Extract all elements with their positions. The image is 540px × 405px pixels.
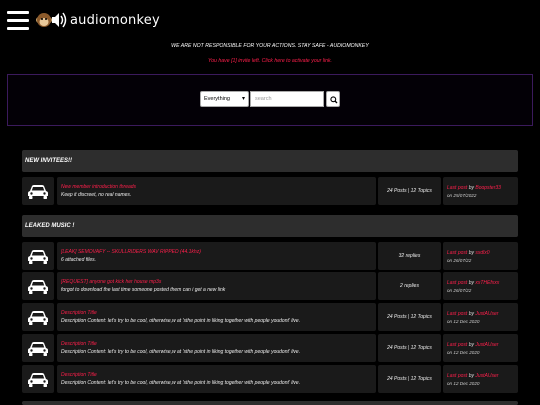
last-post-date: on 12 Dec 2020	[447, 381, 480, 386]
search-input[interactable]	[250, 91, 324, 107]
topic-stats-cell: 24 Posts | 12 Topics	[378, 334, 441, 362]
topic-title-link[interactable]: Description Title	[61, 372, 97, 378]
topic-cell: [LEAK] SEMOVAFY -- SKULLRIDERS WAV RIPPE…	[57, 242, 376, 270]
last-post-user-link[interactable]: Boopster33	[475, 185, 501, 191]
topic-description: forgot to download the last time someone…	[61, 287, 226, 293]
section-header-new-invitees[interactable]: NEW INVITEES!!	[22, 150, 518, 172]
forum-row[interactable]: Description Title Description Content: l…	[22, 334, 518, 362]
car-icon	[28, 342, 48, 356]
last-post-date: on 25/07/2022	[447, 193, 477, 198]
last-post-date: on 26/07/22	[447, 288, 472, 293]
last-post-link[interactable]: Last post	[447, 250, 467, 256]
last-post-user-link[interactable]: JustAUser	[475, 373, 498, 379]
forum-row[interactable]: Description Title Description Content: l…	[22, 365, 518, 393]
topic-description: Description Content: let's try to be coo…	[61, 318, 301, 324]
invite-link-notice[interactable]: You have [1] invite left. Click here to …	[0, 58, 540, 64]
hamburger-menu-icon[interactable]	[7, 11, 29, 31]
topic-title-link[interactable]: [REQUEST] anyone got kick her house mp3s	[61, 279, 161, 285]
last-post-user-link[interactable]: xxTHEfxxx	[475, 280, 499, 286]
forum-icon-cell	[22, 242, 54, 270]
forum-row[interactable]: Description Title Description Content: l…	[22, 303, 518, 331]
forum-icon-cell	[22, 177, 54, 205]
topic-cell: Description Title Description Content: l…	[57, 303, 376, 331]
last-post-cell: Last post by sxdlx0 on 26/07/22	[443, 242, 518, 270]
site-logo-text[interactable]: audiomonkey	[70, 13, 160, 28]
last-post-user-link[interactable]: sxdlx0	[475, 250, 489, 256]
forum-icon-cell	[22, 272, 54, 300]
last-post-by: by	[468, 250, 474, 256]
car-icon	[28, 311, 48, 325]
last-post-user-link[interactable]: JustAUser	[475, 342, 498, 348]
topic-stats: 24 Posts | 12 Topics	[387, 345, 432, 351]
car-icon	[28, 250, 48, 264]
search-scope-select[interactable]: Everything ▾	[200, 91, 249, 107]
next-section-header	[22, 401, 518, 405]
last-post-date: on 12 Dec 2020	[447, 319, 480, 324]
topic-description: Description Content: let's try to be coo…	[61, 380, 301, 386]
topic-stats: 32 replies	[398, 253, 421, 259]
last-post-by: by	[468, 342, 474, 348]
monkey-speaker-logo-icon[interactable]	[33, 8, 67, 32]
last-post-link[interactable]: Last post	[447, 280, 467, 286]
last-post-cell: Last post by Boopster33 on 25/07/2022	[443, 177, 518, 205]
topic-stats-cell: 24 Posts | 12 Topics	[378, 303, 441, 331]
disclaimer-text: WE ARE NOT RESPONSIBLE FOR YOUR ACTIONS.…	[171, 43, 369, 49]
topic-cell: [REQUEST] anyone got kick her house mp3s…	[57, 272, 376, 300]
last-post-cell: Last post by JustAUser on 12 Dec 2020	[443, 365, 518, 393]
topic-stats-cell: 2 replies	[378, 272, 441, 300]
topic-title-link[interactable]: Description Title	[61, 341, 97, 347]
forum-icon-cell	[22, 334, 54, 362]
last-post-cell: Last post by JustAUser on 12 Dec 2020	[443, 334, 518, 362]
car-icon	[28, 373, 48, 387]
topic-title-link[interactable]: Description Title	[61, 310, 97, 316]
last-post-by: by	[468, 311, 474, 317]
topic-stats-cell: 32 replies	[378, 242, 441, 270]
car-icon	[28, 280, 48, 294]
search-scope-value: Everything	[204, 96, 230, 102]
last-post-by: by	[468, 185, 474, 191]
forum-row[interactable]: [REQUEST] anyone got kick her house mp3s…	[22, 272, 518, 300]
topic-cell: New member introduction threads Keep it …	[57, 177, 376, 205]
section-header-leaked-music[interactable]: LEAKED MUSIC !	[22, 215, 518, 237]
topic-stats-cell: 24 Posts | 12 Topics	[378, 177, 441, 205]
last-post-link[interactable]: Last post	[447, 342, 467, 348]
last-post-cell: Last post by xxTHEfxxx on 26/07/22	[443, 272, 518, 300]
last-post-link[interactable]: Last post	[447, 311, 467, 317]
topic-stats: 24 Posts | 12 Topics	[387, 314, 432, 320]
search-icon	[330, 96, 338, 104]
forum-icon-cell	[22, 303, 54, 331]
topic-description: Description Content: let's try to be coo…	[61, 349, 301, 355]
last-post-link[interactable]: Last post	[447, 373, 467, 379]
top-bar: audiomonkey	[0, 0, 540, 40]
last-post-by: by	[468, 280, 474, 286]
topic-description: 6 attached files.	[61, 257, 97, 263]
last-post-cell: Last post by JustAUser on 12 Dec 2020	[443, 303, 518, 331]
last-post-date: on 26/07/22	[447, 258, 472, 263]
search-button[interactable]	[326, 91, 340, 107]
topic-cell: Description Title Description Content: l…	[57, 334, 376, 362]
last-post-date: on 12 Dec 2020	[447, 350, 480, 355]
topic-cell: Description Title Description Content: l…	[57, 365, 376, 393]
car-icon	[28, 185, 48, 199]
forum-icon-cell	[22, 365, 54, 393]
topic-stats-cell: 24 Posts | 12 Topics	[378, 365, 441, 393]
last-post-by: by	[468, 373, 474, 379]
topic-stats: 24 Posts | 12 Topics	[387, 376, 432, 382]
forum-row[interactable]: [LEAK] SEMOVAFY -- SKULLRIDERS WAV RIPPE…	[22, 242, 518, 270]
topic-title-link[interactable]: New member introduction threads	[61, 184, 136, 190]
topic-title-link[interactable]: [LEAK] SEMOVAFY -- SKULLRIDERS WAV RIPPE…	[61, 249, 201, 255]
last-post-user-link[interactable]: JustAUser	[475, 311, 498, 317]
chevron-down-icon: ▾	[241, 96, 245, 102]
topic-stats: 24 Posts | 12 Topics	[387, 188, 432, 194]
topic-stats: 2 replies	[400, 283, 419, 289]
forum-row[interactable]: New member introduction threads Keep it …	[22, 177, 518, 205]
last-post-link[interactable]: Last post	[447, 185, 467, 191]
topic-description: Keep it discreet, no real names.	[61, 192, 132, 198]
